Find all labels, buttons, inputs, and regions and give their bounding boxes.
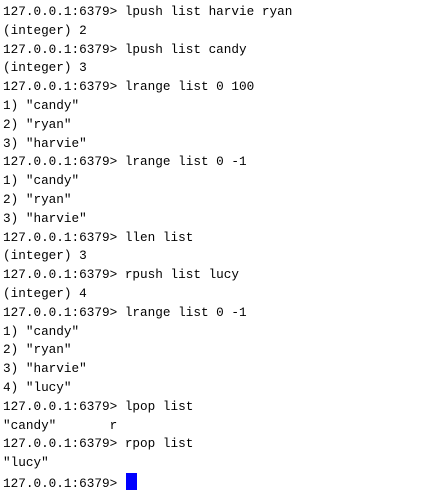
terminal-line: 127.0.0.1:6379> lpush list harvie ryan (3, 4, 293, 19)
terminal-line: 1) "candy" (3, 323, 80, 339)
terminal-line: 127.0.0.1:6379> llen list (3, 229, 194, 245)
terminal-line: 4) "lucy" (3, 379, 72, 395)
terminal-line: 127.0.0.1:6379> lrange list 0 -1 (3, 154, 247, 170)
terminal-line: 1) "candy" (3, 97, 80, 113)
terminal-line: 2) "ryan" (3, 191, 72, 207)
terminal-line: 2) "ryan" (3, 116, 72, 132)
terminal-line: 127.0.0.1:6379> lpush list candy (3, 41, 247, 57)
terminal-line: 3) "harvie" (3, 135, 87, 151)
terminal-line: (integer) 4 (3, 285, 87, 301)
terminal-line: (integer) 3 (3, 248, 87, 264)
terminal-line: "lucy" (3, 455, 49, 471)
terminal-line: 127.0.0.1:6379> rpop list (3, 436, 194, 452)
terminal-line: 3) "harvie" (3, 361, 87, 377)
terminal-line: 127.0.0.1:6379> lpop list (3, 398, 194, 414)
terminal-cursor[interactable] (125, 472, 137, 490)
terminal-prompt: 127.0.0.1:6379> (3, 475, 125, 491)
terminal-line: 127.0.0.1:6379> lrange list 0 100 (3, 79, 255, 95)
terminal-window[interactable]: 127.0.0.1:6379> lpush list harvie ryan (… (0, 0, 434, 493)
terminal-line: 3) "harvie" (3, 210, 87, 226)
terminal-line: (integer) 3 (3, 60, 87, 76)
terminal-input-line[interactable]: 127.0.0.1:6379> (3, 472, 434, 492)
terminal-line: (integer) 2 (3, 22, 87, 38)
terminal-line: 2) "ryan" (3, 342, 72, 358)
terminal-line: "candy" r (3, 417, 118, 433)
terminal-line: 127.0.0.1:6379> lrange list 0 -1 (3, 304, 247, 320)
terminal-line: 127.0.0.1:6379> rpush list lucy (3, 267, 240, 283)
terminal-line: 1) "candy" (3, 173, 80, 189)
